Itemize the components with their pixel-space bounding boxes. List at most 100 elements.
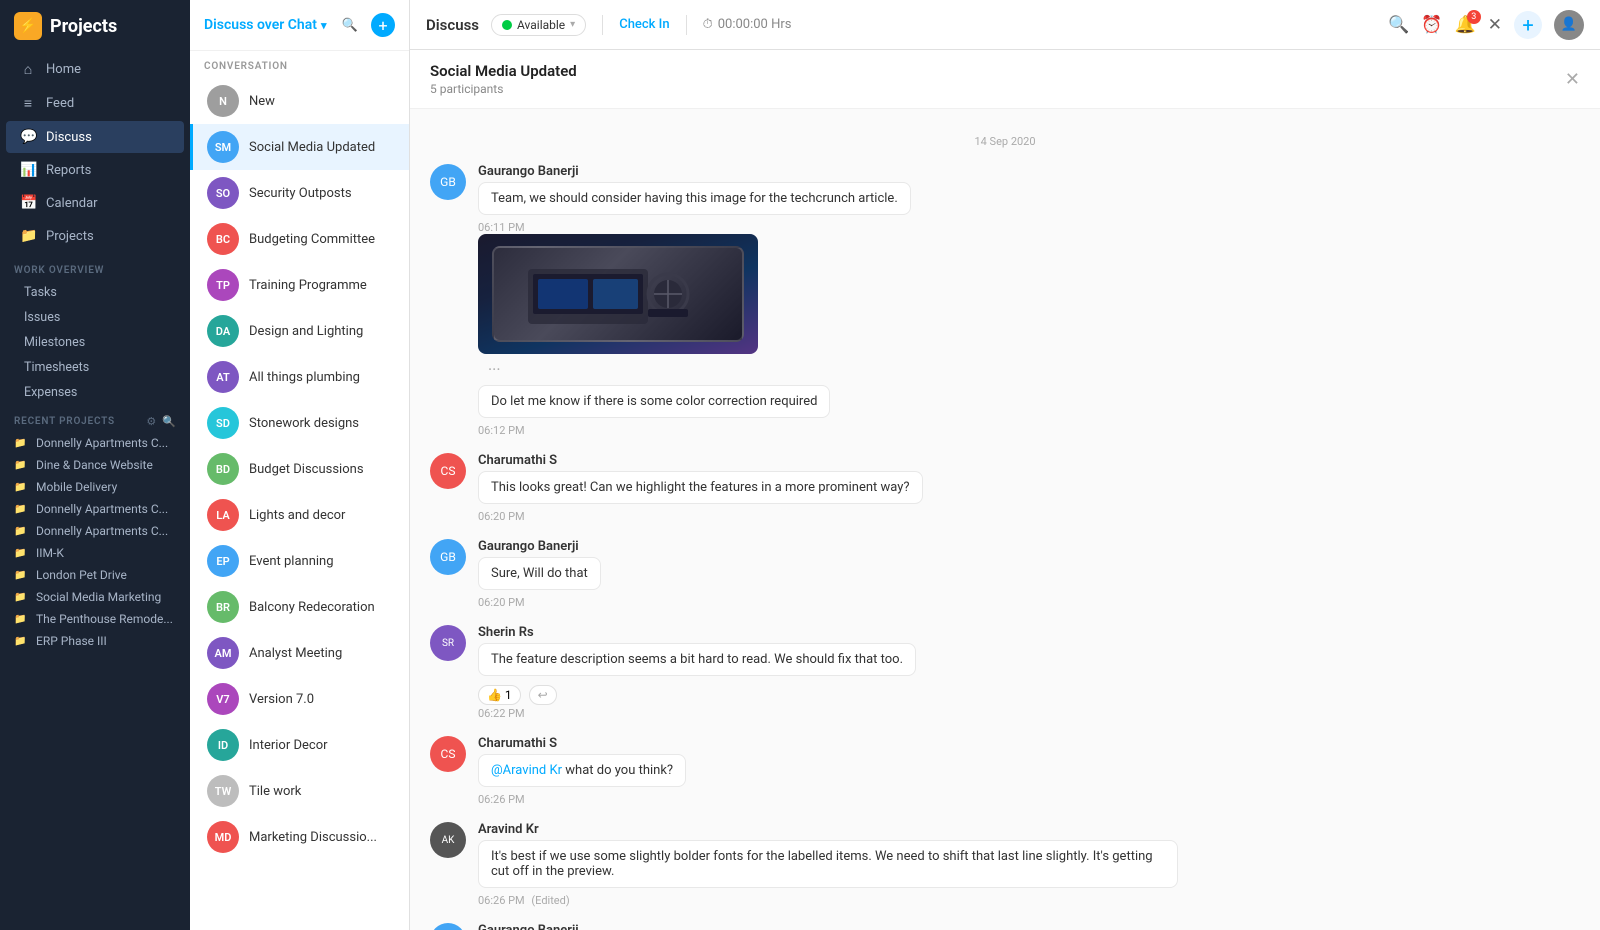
recent-project-item[interactable]: 📁Dine & Dance Website [0, 454, 190, 476]
work-item-expenses[interactable]: Expenses [0, 380, 190, 405]
project-icon: 📁 [14, 438, 28, 449]
sidebar-item-label: Home [46, 62, 81, 77]
avatar: GB [430, 164, 466, 200]
conversation-avatar: SD [207, 407, 239, 439]
recent-search-icon[interactable]: 🔍 [162, 415, 176, 428]
recent-project-item[interactable]: 📁The Penthouse Remode... [0, 608, 190, 630]
work-item-tasks[interactable]: Tasks [0, 280, 190, 305]
conversation-avatar: EP [207, 545, 239, 577]
conversation-section-title: CONVERSATION [190, 51, 409, 78]
conversation-item-am[interactable]: AM Analyst Meeting [190, 630, 409, 676]
conversation-item-sd[interactable]: SD Stonework designs [190, 400, 409, 446]
conversation-item-tp[interactable]: TP Training Programme [190, 262, 409, 308]
recent-project-item[interactable]: 📁Social Media Marketing [0, 586, 190, 608]
sidebar-item-feed[interactable]: ≡Feed [6, 87, 184, 120]
conversation-item-ep[interactable]: EP Event planning [190, 538, 409, 584]
clock-history-icon[interactable]: ⏰ [1421, 15, 1442, 35]
thumbs-up-reaction[interactable]: 👍 1 [478, 685, 521, 705]
conversation-name: Budgeting Committee [249, 232, 375, 247]
recent-project-item[interactable]: 📁Donnelly Apartments C... [0, 520, 190, 542]
recent-settings-icon[interactable]: ⚙ [146, 415, 156, 428]
conversation-avatar: N [207, 85, 239, 117]
calendar-icon: 📅 [20, 195, 36, 211]
message-author: Aravind Kr [478, 822, 1580, 837]
message-author: Gaurango Banerji [478, 539, 1580, 554]
sidebar-item-projects[interactable]: 📁Projects [6, 220, 184, 252]
add-conversation-button[interactable]: + [371, 13, 395, 37]
sidebar: ⚡ Projects ⌂ Home ≡Feed💬Discuss📊Reports📅Ca… [0, 0, 190, 930]
avatar: CS [430, 736, 466, 772]
sidebar-item-label: Projects [46, 229, 94, 244]
conversation-item-bc[interactable]: BC Budgeting Committee [190, 216, 409, 262]
recent-project-item[interactable]: 📁Mobile Delivery [0, 476, 190, 498]
chat-area: Social Media Updated 5 participants ✕ 14… [410, 50, 1600, 930]
add-reaction-button[interactable]: ↩ [529, 685, 557, 705]
conversation-name: All things plumbing [249, 370, 360, 385]
chat-title: Social Media Updated [430, 62, 577, 80]
sidebar-item-calendar[interactable]: 📅Calendar [6, 187, 184, 219]
message-time-2: 06:12 PM [478, 424, 1580, 437]
conversation-name: Balcony Redecoration [249, 600, 375, 615]
recent-title: RECENT PROJECTS [14, 416, 115, 427]
sidebar-app-title: Projects [50, 16, 117, 37]
message-more-icon[interactable]: ··· [482, 358, 507, 381]
conversation-avatar: SM [207, 131, 239, 163]
message-bubble: Sure, Will do that [478, 557, 601, 590]
conversation-item-da[interactable]: DA Design and Lighting [190, 308, 409, 354]
project-label: Mobile Delivery [36, 480, 117, 494]
message-group: GB Gaurango Banerji 💬 Aravind Kr 14 Sep … [430, 923, 1580, 930]
work-item-milestones[interactable]: Milestones [0, 330, 190, 355]
add-icon[interactable]: + [1514, 11, 1542, 39]
conversation-item-v7[interactable]: V7 Version 7.0 [190, 676, 409, 722]
recent-project-item[interactable]: 📁ERP Phase III [0, 630, 190, 652]
chat-header: Social Media Updated 5 participants ✕ [410, 50, 1600, 109]
conversation-item-new[interactable]: N New [190, 78, 409, 124]
search-conversations-icon[interactable]: 🔍 [337, 12, 363, 38]
conversation-item-so[interactable]: SO Security Outposts [190, 170, 409, 216]
close-x-icon[interactable]: ✕ [1488, 15, 1502, 35]
timer-value: 00:00:00 Hrs [718, 17, 792, 32]
conversation-item-md[interactable]: MD Marketing Discussio... [190, 814, 409, 860]
sidebar-header: ⚡ Projects [0, 0, 190, 52]
recent-project-item[interactable]: 📁Donnelly Apartments C... [0, 498, 190, 520]
work-item-issues[interactable]: Issues [0, 305, 190, 330]
conversation-item-id[interactable]: ID Interior Decor [190, 722, 409, 768]
work-item-timesheets[interactable]: Timesheets [0, 355, 190, 380]
message-bubble: This looks great! Can we highlight the f… [478, 471, 923, 504]
chat-close-button[interactable]: ✕ [1565, 69, 1580, 90]
project-icon: 📁 [14, 460, 28, 471]
conversation-item-la[interactable]: LA Lights and decor [190, 492, 409, 538]
recent-project-item[interactable]: 📁IIM-K [0, 542, 190, 564]
conversation-avatar: BD [207, 453, 239, 485]
conversation-name: Training Programme [249, 278, 367, 293]
user-avatar[interactable]: 👤 [1554, 10, 1584, 40]
sidebar-item-discuss[interactable]: 💬Discuss [6, 121, 184, 153]
timer-display: ⏱ 00:00:00 Hrs [703, 17, 792, 32]
checkin-button[interactable]: Check In [619, 17, 669, 32]
conversation-item-tw[interactable]: TW Tile work [190, 768, 409, 814]
message-author: Sherin Rs [478, 625, 1580, 640]
conversation-item-at[interactable]: AT All things plumbing [190, 354, 409, 400]
sidebar-item-reports[interactable]: 📊Reports [6, 154, 184, 186]
conversation-item-bd[interactable]: BD Budget Discussions [190, 446, 409, 492]
home-icon: ⌂ [20, 61, 36, 78]
recent-project-item[interactable]: 📁London Pet Drive [0, 564, 190, 586]
recent-project-item[interactable]: 📁Donnelly Apartments C... [0, 432, 190, 454]
project-icon: 📁 [14, 504, 28, 515]
search-icon[interactable]: 🔍 [1388, 15, 1409, 35]
status-badge[interactable]: Available ▾ [491, 14, 586, 36]
conversation-item-sm[interactable]: SM Social Media Updated [190, 124, 409, 170]
chat-subtitle: 5 participants [430, 82, 577, 96]
conversation-avatar: ID [207, 729, 239, 761]
message-group: AK Aravind Kr It's best if we use some s… [430, 822, 1580, 907]
conversation-item-br[interactable]: BR Balcony Redecoration [190, 584, 409, 630]
sidebar-item-home[interactable]: ⌂ Home [6, 53, 184, 86]
conversation-avatar: BC [207, 223, 239, 255]
mention-link[interactable]: @Aravind Kr [491, 763, 562, 778]
project-icon: 📁 [14, 636, 28, 647]
conversation-avatar: AT [207, 361, 239, 393]
avatar: GB [430, 539, 466, 575]
discuss-over-chat-button[interactable]: Discuss over Chat ▾ [204, 17, 326, 33]
notifications-icon[interactable]: 🔔 3 [1455, 15, 1476, 35]
car-interior-image [478, 234, 758, 354]
